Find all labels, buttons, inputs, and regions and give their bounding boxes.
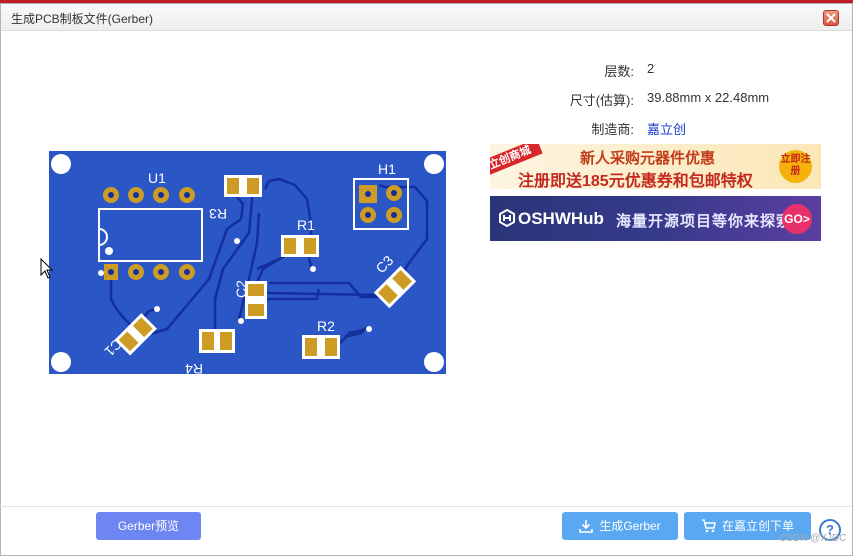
close-icon xyxy=(826,13,836,23)
oshwhub-brand: OSHWHub xyxy=(518,209,604,228)
size-label: 尺寸(估算): xyxy=(569,93,634,108)
maker-link[interactable]: 嘉立创 xyxy=(647,119,686,138)
watermark: CSDN @XJDC xyxy=(779,533,847,544)
label-c2: C2 xyxy=(233,280,249,298)
cart-icon xyxy=(701,519,716,533)
layers-value: 2 xyxy=(647,61,655,76)
layers-label: 层数: xyxy=(604,64,634,79)
size-value: 39.88mm x 22.48mm xyxy=(647,90,770,105)
label-r2: R2 xyxy=(317,318,335,334)
register-button[interactable]: 立即注册 xyxy=(779,150,812,183)
label-u1: U1 xyxy=(148,170,166,186)
label-h1: H1 xyxy=(378,161,396,177)
download-icon xyxy=(579,520,594,533)
oshwhub-banner[interactable]: OSHWHub 海量开源项目等你来探索 GO> xyxy=(490,196,821,241)
maker-label: 制造商: xyxy=(591,122,634,137)
oshwhub-text: 海量开源项目等你来探索 xyxy=(616,213,793,230)
generate-gerber-button[interactable]: 生成Gerber xyxy=(562,512,678,540)
order-label: 在嘉立创下单 xyxy=(721,519,794,533)
gerber-preview-label: Gerber预览 xyxy=(117,519,180,533)
hexagon-icon xyxy=(499,208,515,228)
go-button[interactable]: GO> xyxy=(782,204,812,234)
label-r1: R1 xyxy=(297,217,315,233)
close-button[interactable] xyxy=(823,10,839,26)
dialog-titlebar: 生成PCB制板文件(Gerber) xyxy=(1,4,852,31)
mouse-cursor-icon xyxy=(40,258,54,279)
gerber-preview-button[interactable]: Gerber预览 xyxy=(96,512,201,540)
dialog-title: 生成PCB制板文件(Gerber) xyxy=(11,12,154,26)
oshwhub-logo: OSHWHub xyxy=(498,208,604,229)
lcsc-line2: 注册即送185元优惠券和包邮特权 xyxy=(518,173,753,189)
label-r4: R4 xyxy=(185,361,203,375)
label-r3: R3 xyxy=(209,206,227,222)
generate-gerber-label: 生成Gerber xyxy=(599,519,661,533)
lcsc-banner[interactable]: 立创商城 新人采购元器件优惠 注册即送185元优惠券和包邮特权 立即注册 xyxy=(490,144,821,189)
pcb-preview: U1 H1 R1 R2 R3 R4 C1 C2 C3 xyxy=(49,151,446,375)
lcsc-line1: 新人采购元器件优惠 xyxy=(580,150,716,167)
